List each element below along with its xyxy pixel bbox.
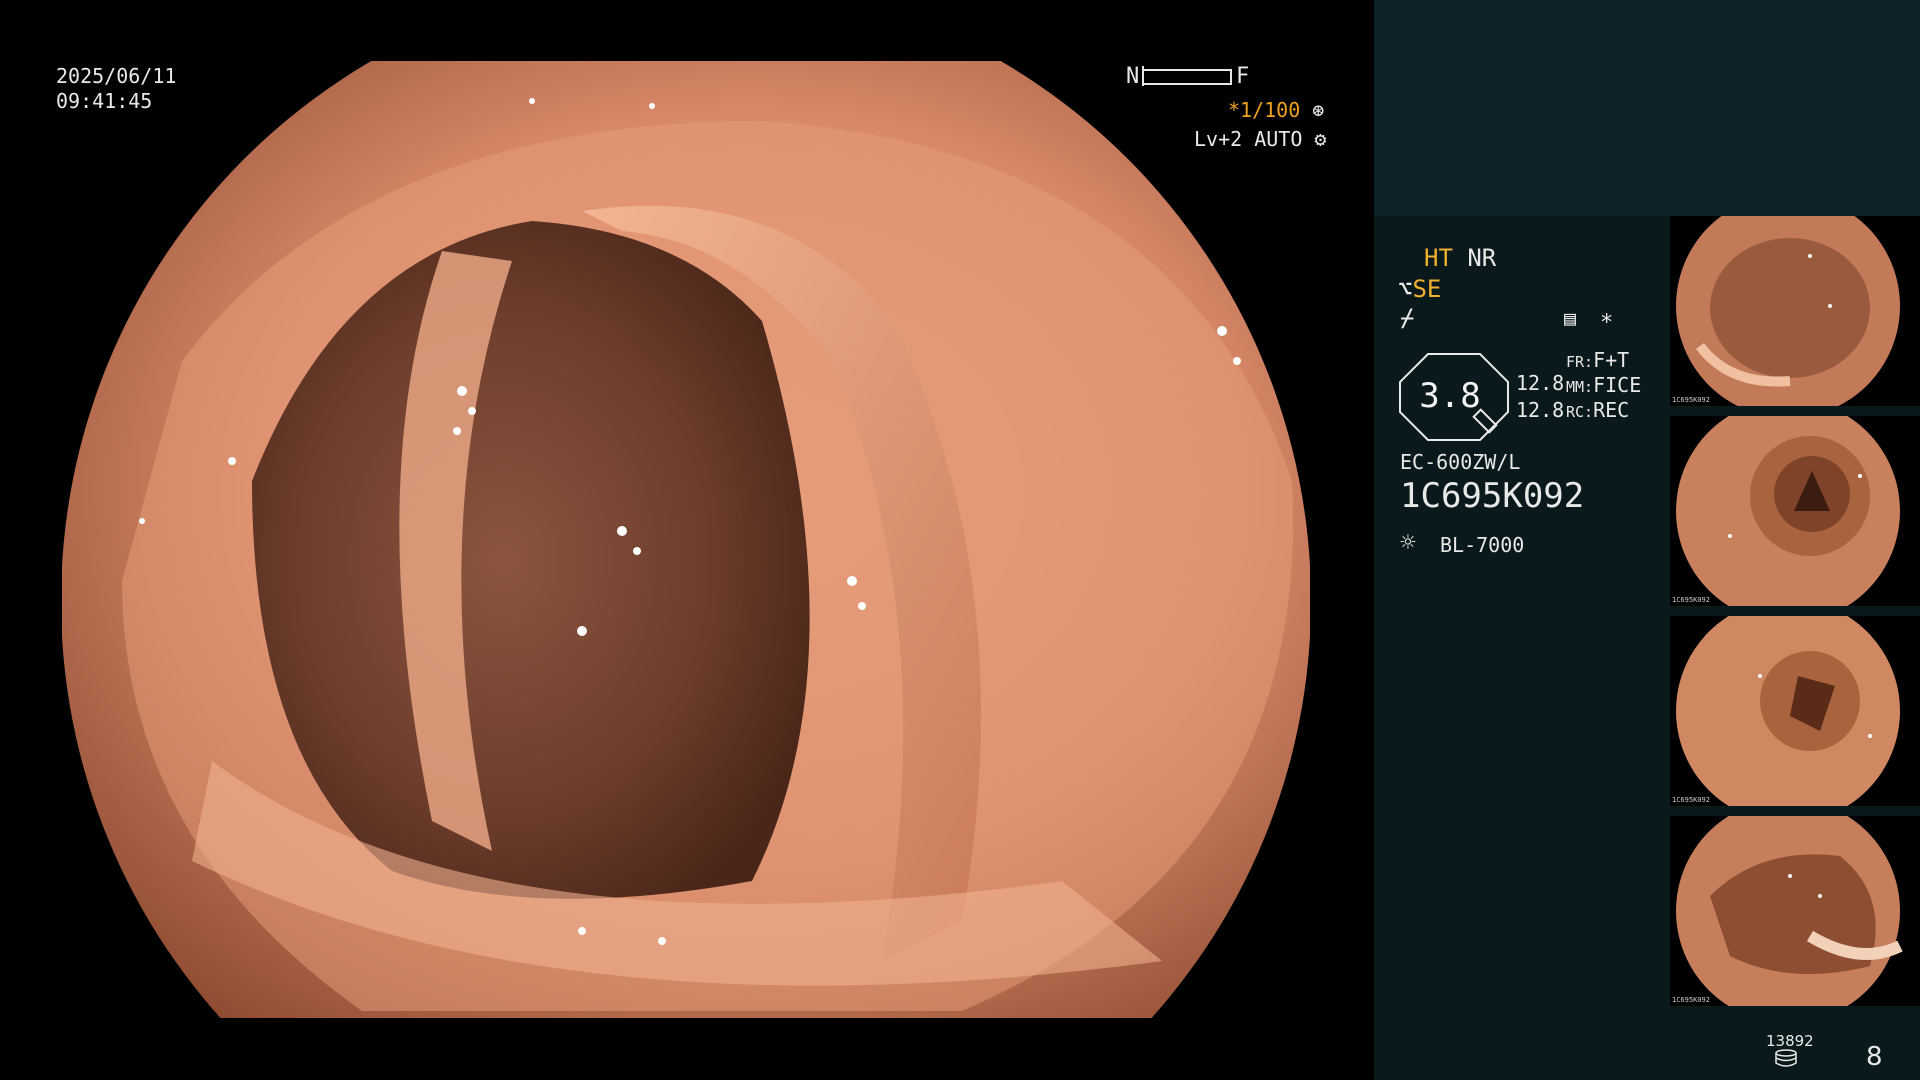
thumbnail-1[interactable]: 1C695K092: [1670, 216, 1920, 406]
fr-label: FR:: [1566, 353, 1594, 371]
date-readout: 2025/06/11: [56, 64, 177, 88]
nr-label: NR: [1467, 244, 1497, 272]
se-label: SE: [1412, 275, 1442, 303]
mm-row: MM:FICE: [1566, 375, 1641, 395]
thumbnail-panel: 1C695K092 1C695K092 1C695K092 1C695K092: [1670, 216, 1920, 1080]
rc-label: RC:: [1566, 403, 1594, 421]
thumbnail-4[interactable]: 1C695K092: [1670, 816, 1920, 1006]
thumbnail-caption: 1C695K092: [1672, 996, 1710, 1004]
sun-icon: ☼: [1400, 528, 1416, 558]
fr-row: FR:F+T: [1566, 350, 1629, 370]
asterisk-icon: ∗: [1600, 306, 1614, 331]
time-readout: 09:41:45: [56, 89, 153, 113]
database-icon: [1775, 1049, 1797, 1067]
level-value: Lv+2 AUTO: [1194, 127, 1303, 151]
rc-row: RC:REC: [1566, 400, 1629, 420]
enhance-icon: ⌥: [1398, 275, 1413, 303]
zoom-value: 3.8: [1419, 376, 1481, 416]
thumbnail-caption: 1C695K092: [1672, 596, 1710, 604]
near-label: N: [1126, 64, 1140, 89]
level-readout: Lv+2 AUTO ⚙: [1194, 129, 1326, 149]
se-status: ⌥SE: [1398, 277, 1441, 301]
near-far-gauge: N F: [1126, 66, 1250, 90]
ht-nr-status: HT NR: [1424, 246, 1496, 270]
mode-value-2: 12.8: [1516, 398, 1565, 422]
mode-value-1: 12.8: [1516, 371, 1565, 395]
endoscopy-screen: 2025/06/11 09:41:45 N F *1/100 ⊛ Lv+2 AU…: [0, 0, 1920, 1080]
shutter-readout: *1/100 ⊛: [1228, 100, 1374, 120]
document-icon: ▤: [1564, 306, 1577, 330]
mm-value: FICE: [1593, 373, 1642, 397]
mm-label: MM:: [1566, 378, 1594, 396]
near-far-bar: [1142, 69, 1232, 85]
thumbnail-caption: 1C695K092: [1672, 396, 1710, 404]
far-label: F: [1236, 64, 1250, 89]
thumbnail-2[interactable]: 1C695K092: [1670, 416, 1920, 606]
ht-label: HT: [1424, 244, 1453, 272]
gear-icon: ⚙: [1314, 127, 1327, 151]
near-far-marker: [1142, 66, 1144, 86]
top-right-panel: [1374, 0, 1920, 216]
info-panel: HT NR ⌥SE ⌿ ▤ ∗ 3.8 12.8 12.8 FR:F+T MM:…: [1374, 216, 1670, 1080]
aperture-icon: ⊛: [1312, 98, 1325, 122]
scope-model: EC-600ZW/L: [1400, 450, 1521, 474]
light-source: BL-7000: [1440, 533, 1525, 557]
thumbnail-3[interactable]: 1C695K092: [1670, 616, 1920, 806]
storage-counter: 13892: [1766, 1032, 1814, 1050]
page-count: 8: [1866, 1042, 1883, 1072]
thumbnail-caption: 1C695K092: [1672, 796, 1710, 804]
flash-icon: ⌿: [1400, 304, 1415, 332]
fr-value: F+T: [1593, 348, 1630, 372]
rc-value: REC: [1593, 398, 1630, 422]
scope-serial: 1C695K092: [1400, 476, 1585, 516]
endoscope-image: [62, 61, 1310, 1018]
shutter-value: *1/100: [1228, 98, 1301, 122]
endoscope-view: 2025/06/11 09:41:45 N F *1/100 ⊛ Lv+2 AU…: [0, 0, 1374, 1080]
